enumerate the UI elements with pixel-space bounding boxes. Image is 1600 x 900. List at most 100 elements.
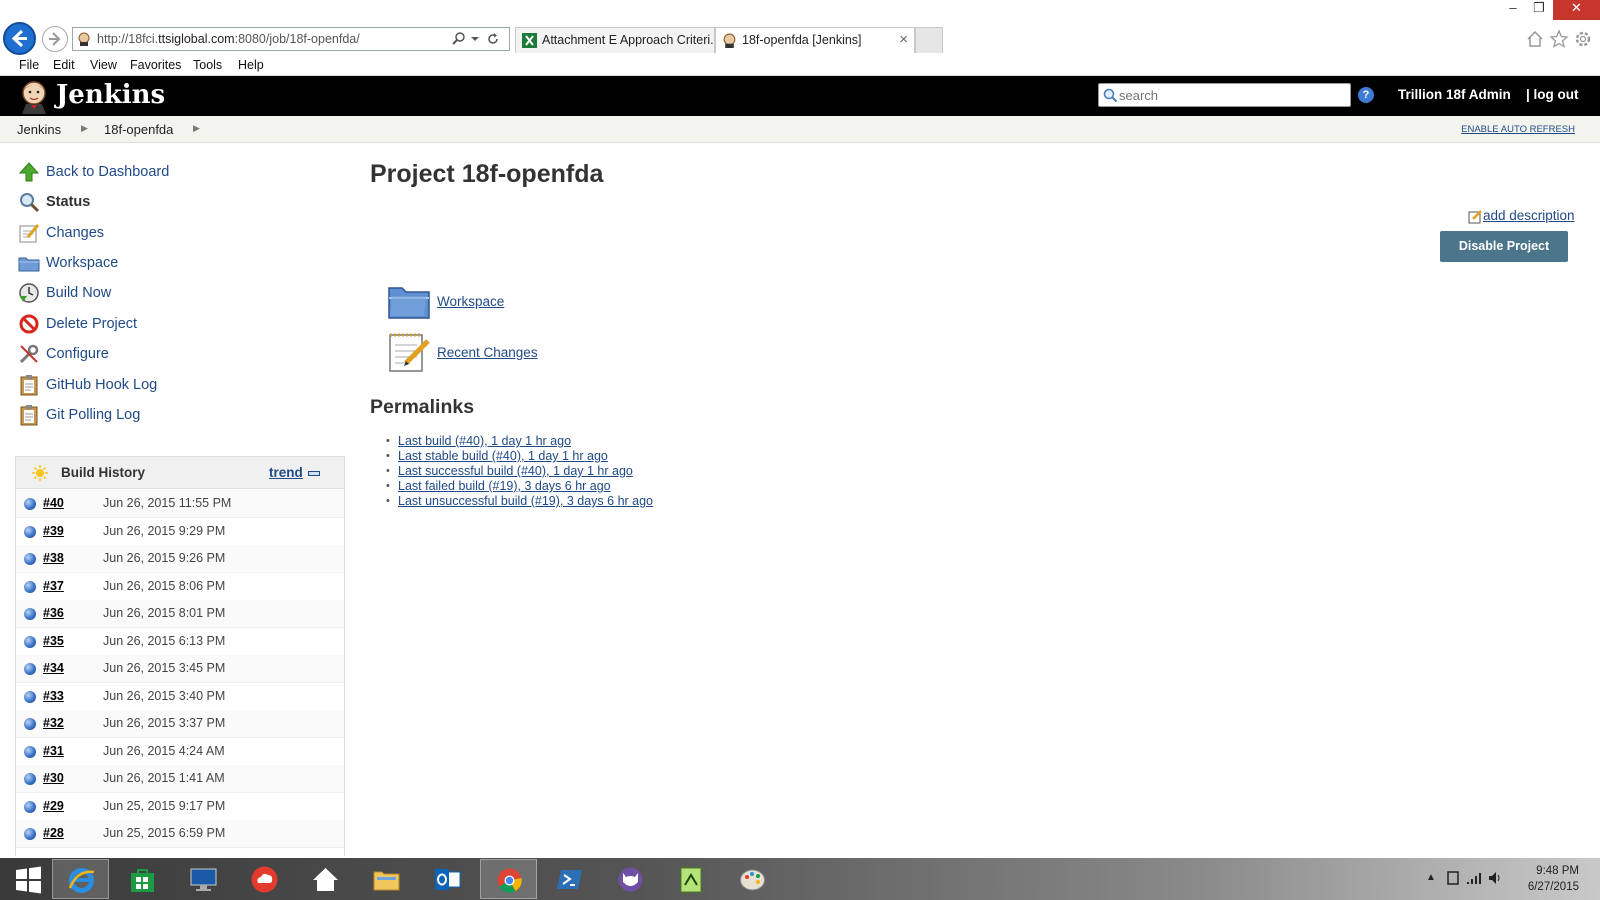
help-icon[interactable]: ? [1358, 87, 1374, 103]
build-status-ball-icon[interactable] [24, 718, 36, 730]
chevron-right-icon[interactable]: ▶ [81, 123, 88, 134]
search-input[interactable] [1119, 87, 1344, 104]
build-date[interactable]: Jun 25, 2015 9:17 PM [103, 799, 225, 813]
minimize-button[interactable]: – [1500, 0, 1526, 20]
menu-file[interactable]: File [19, 58, 39, 72]
build-date[interactable]: Jun 26, 2015 6:13 PM [103, 634, 225, 648]
build-status-ball-icon[interactable] [24, 608, 36, 620]
start-button[interactable] [0, 859, 57, 899]
network-signal-icon[interactable] [1466, 870, 1482, 886]
taskbar-chrome[interactable] [480, 859, 537, 899]
build-status-ball-icon[interactable] [24, 635, 36, 648]
menu-help[interactable]: Help [238, 58, 264, 72]
breadcrumb-jenkins[interactable]: Jenkins [17, 122, 61, 137]
permalink-last-failed-build[interactable]: Last failed build (#19), 3 days 6 hr ago [398, 479, 611, 493]
tray-overflow-icon[interactable]: ▲ [1426, 872, 1436, 883]
build-number-link[interactable]: #39 [43, 524, 64, 538]
build-number-link[interactable]: #30 [43, 771, 64, 785]
chevron-right-icon[interactable]: ▶ [193, 123, 200, 134]
build-status-ball-icon[interactable] [24, 745, 36, 758]
search-box[interactable] [1098, 83, 1351, 107]
build-status-ball-icon[interactable] [24, 498, 36, 510]
refresh-icon[interactable] [485, 31, 501, 47]
menu-view[interactable]: View [90, 58, 117, 72]
build-date[interactable]: Jun 26, 2015 11:55 PM [103, 496, 231, 510]
close-tab-icon[interactable]: × [899, 31, 908, 48]
gear-icon[interactable] [1573, 29, 1593, 49]
collapse-icon[interactable] [308, 471, 320, 476]
taskbar-lenovo[interactable] [175, 859, 232, 899]
browser-forward-button[interactable] [42, 26, 68, 52]
close-window-button[interactable]: ✕ [1553, 0, 1600, 20]
address-bar[interactable]: http://18fci.ttsiglobal.com:8080/job/18f… [72, 27, 510, 51]
taskbar-cloud[interactable] [236, 859, 293, 899]
build-number-link[interactable]: #31 [43, 744, 64, 758]
restore-button[interactable]: ❐ [1526, 0, 1552, 20]
permalink-last-successful-build[interactable]: Last successful build (#40), 1 day 1 hr … [398, 464, 633, 478]
build-number-link[interactable]: #37 [43, 579, 64, 593]
permalink-last-unsuccessful-build[interactable]: Last unsuccessful build (#19), 3 days 6 … [398, 494, 653, 508]
home-icon[interactable] [1525, 29, 1545, 49]
build-status-ball-icon[interactable] [24, 525, 36, 538]
build-status-ball-icon[interactable] [24, 773, 36, 785]
disable-project-button[interactable]: Disable Project [1440, 231, 1568, 262]
build-number-link[interactable]: #33 [43, 689, 64, 703]
taskbar-outlook[interactable] [419, 859, 476, 899]
build-number-link[interactable]: #38 [43, 551, 64, 565]
clock-date[interactable]: 6/27/2015 [1520, 881, 1579, 893]
breadcrumb-project[interactable]: 18f-openfda [104, 122, 173, 137]
add-description-link[interactable]: add description [1483, 208, 1575, 223]
build-number-link[interactable]: #35 [43, 634, 64, 648]
build-date[interactable]: Jun 26, 2015 8:06 PM [103, 579, 225, 593]
taskbar-home[interactable] [297, 859, 354, 899]
menu-tools[interactable]: Tools [193, 58, 222, 72]
build-date[interactable]: Jun 26, 2015 4:24 AM [103, 744, 225, 758]
build-number-link[interactable]: #36 [43, 606, 64, 620]
build-date[interactable]: Jun 26, 2015 3:40 PM [103, 689, 225, 703]
taskbar-paint[interactable] [724, 859, 781, 899]
taskbar-github[interactable] [602, 859, 659, 899]
build-date[interactable]: Jun 25, 2015 6:59 PM [103, 826, 225, 840]
build-status-ball-icon[interactable] [24, 690, 36, 703]
build-date[interactable]: Jun 26, 2015 9:29 PM [103, 524, 225, 538]
enable-auto-refresh-link[interactable]: ENABLE AUTO REFRESH [1461, 124, 1575, 135]
build-date[interactable]: Jun 26, 2015 3:45 PM [103, 661, 225, 675]
build-date[interactable]: Jun 26, 2015 1:41 AM [103, 771, 225, 785]
build-status-ball-icon[interactable] [24, 663, 36, 675]
build-number-link[interactable]: #28 [43, 826, 64, 840]
browser-tab-jenkins[interactable]: 18f-openfda [Jenkins] × [715, 27, 915, 53]
user-name-link[interactable]: Trillion 18f Admin [1398, 87, 1511, 102]
clock-time[interactable]: 9:48 PM [1531, 865, 1579, 877]
browser-tab-attachment[interactable]: Attachment E Approach Criteri... [515, 27, 715, 53]
dropdown-icon[interactable] [467, 31, 483, 47]
permalink-last-build[interactable]: Last build (#40), 1 day 1 hr ago [398, 434, 571, 448]
menu-favorites[interactable]: Favorites [130, 58, 181, 72]
logout-link[interactable]: | log out [1526, 87, 1579, 102]
build-status-ball-icon[interactable] [24, 828, 36, 840]
trend-link[interactable]: trend [269, 465, 303, 480]
device-icon[interactable] [1445, 870, 1461, 886]
permalink-last-stable-build[interactable]: Last stable build (#40), 1 day 1 hr ago [398, 449, 608, 463]
build-number-link[interactable]: #32 [43, 716, 64, 730]
build-number-link[interactable]: #29 [43, 799, 64, 813]
edit-note-icon[interactable] [1468, 210, 1482, 224]
taskbar-powershell[interactable] [541, 859, 598, 899]
build-status-ball-icon[interactable] [24, 553, 36, 565]
build-number-link[interactable]: #40 [43, 496, 64, 510]
build-status-ball-icon[interactable] [24, 580, 36, 593]
build-number-link[interactable]: #34 [43, 661, 64, 675]
star-icon[interactable] [1549, 29, 1569, 49]
new-tab-button[interactable] [915, 27, 943, 53]
build-date[interactable]: Jun 26, 2015 9:26 PM [103, 551, 225, 565]
jenkins-logo-text[interactable]: Jenkins [56, 80, 165, 110]
volume-icon[interactable] [1487, 870, 1503, 886]
search-icon[interactable] [451, 31, 467, 47]
taskbar-explorer[interactable] [358, 859, 415, 899]
taskbar-notepad[interactable] [663, 859, 720, 899]
jenkins-butler-icon[interactable] [18, 80, 50, 114]
taskbar-store[interactable] [114, 859, 171, 899]
build-status-ball-icon[interactable] [24, 800, 36, 813]
build-date[interactable]: Jun 26, 2015 8:01 PM [103, 606, 225, 620]
browser-back-button[interactable] [3, 22, 36, 55]
build-date[interactable]: Jun 26, 2015 3:37 PM [103, 716, 225, 730]
